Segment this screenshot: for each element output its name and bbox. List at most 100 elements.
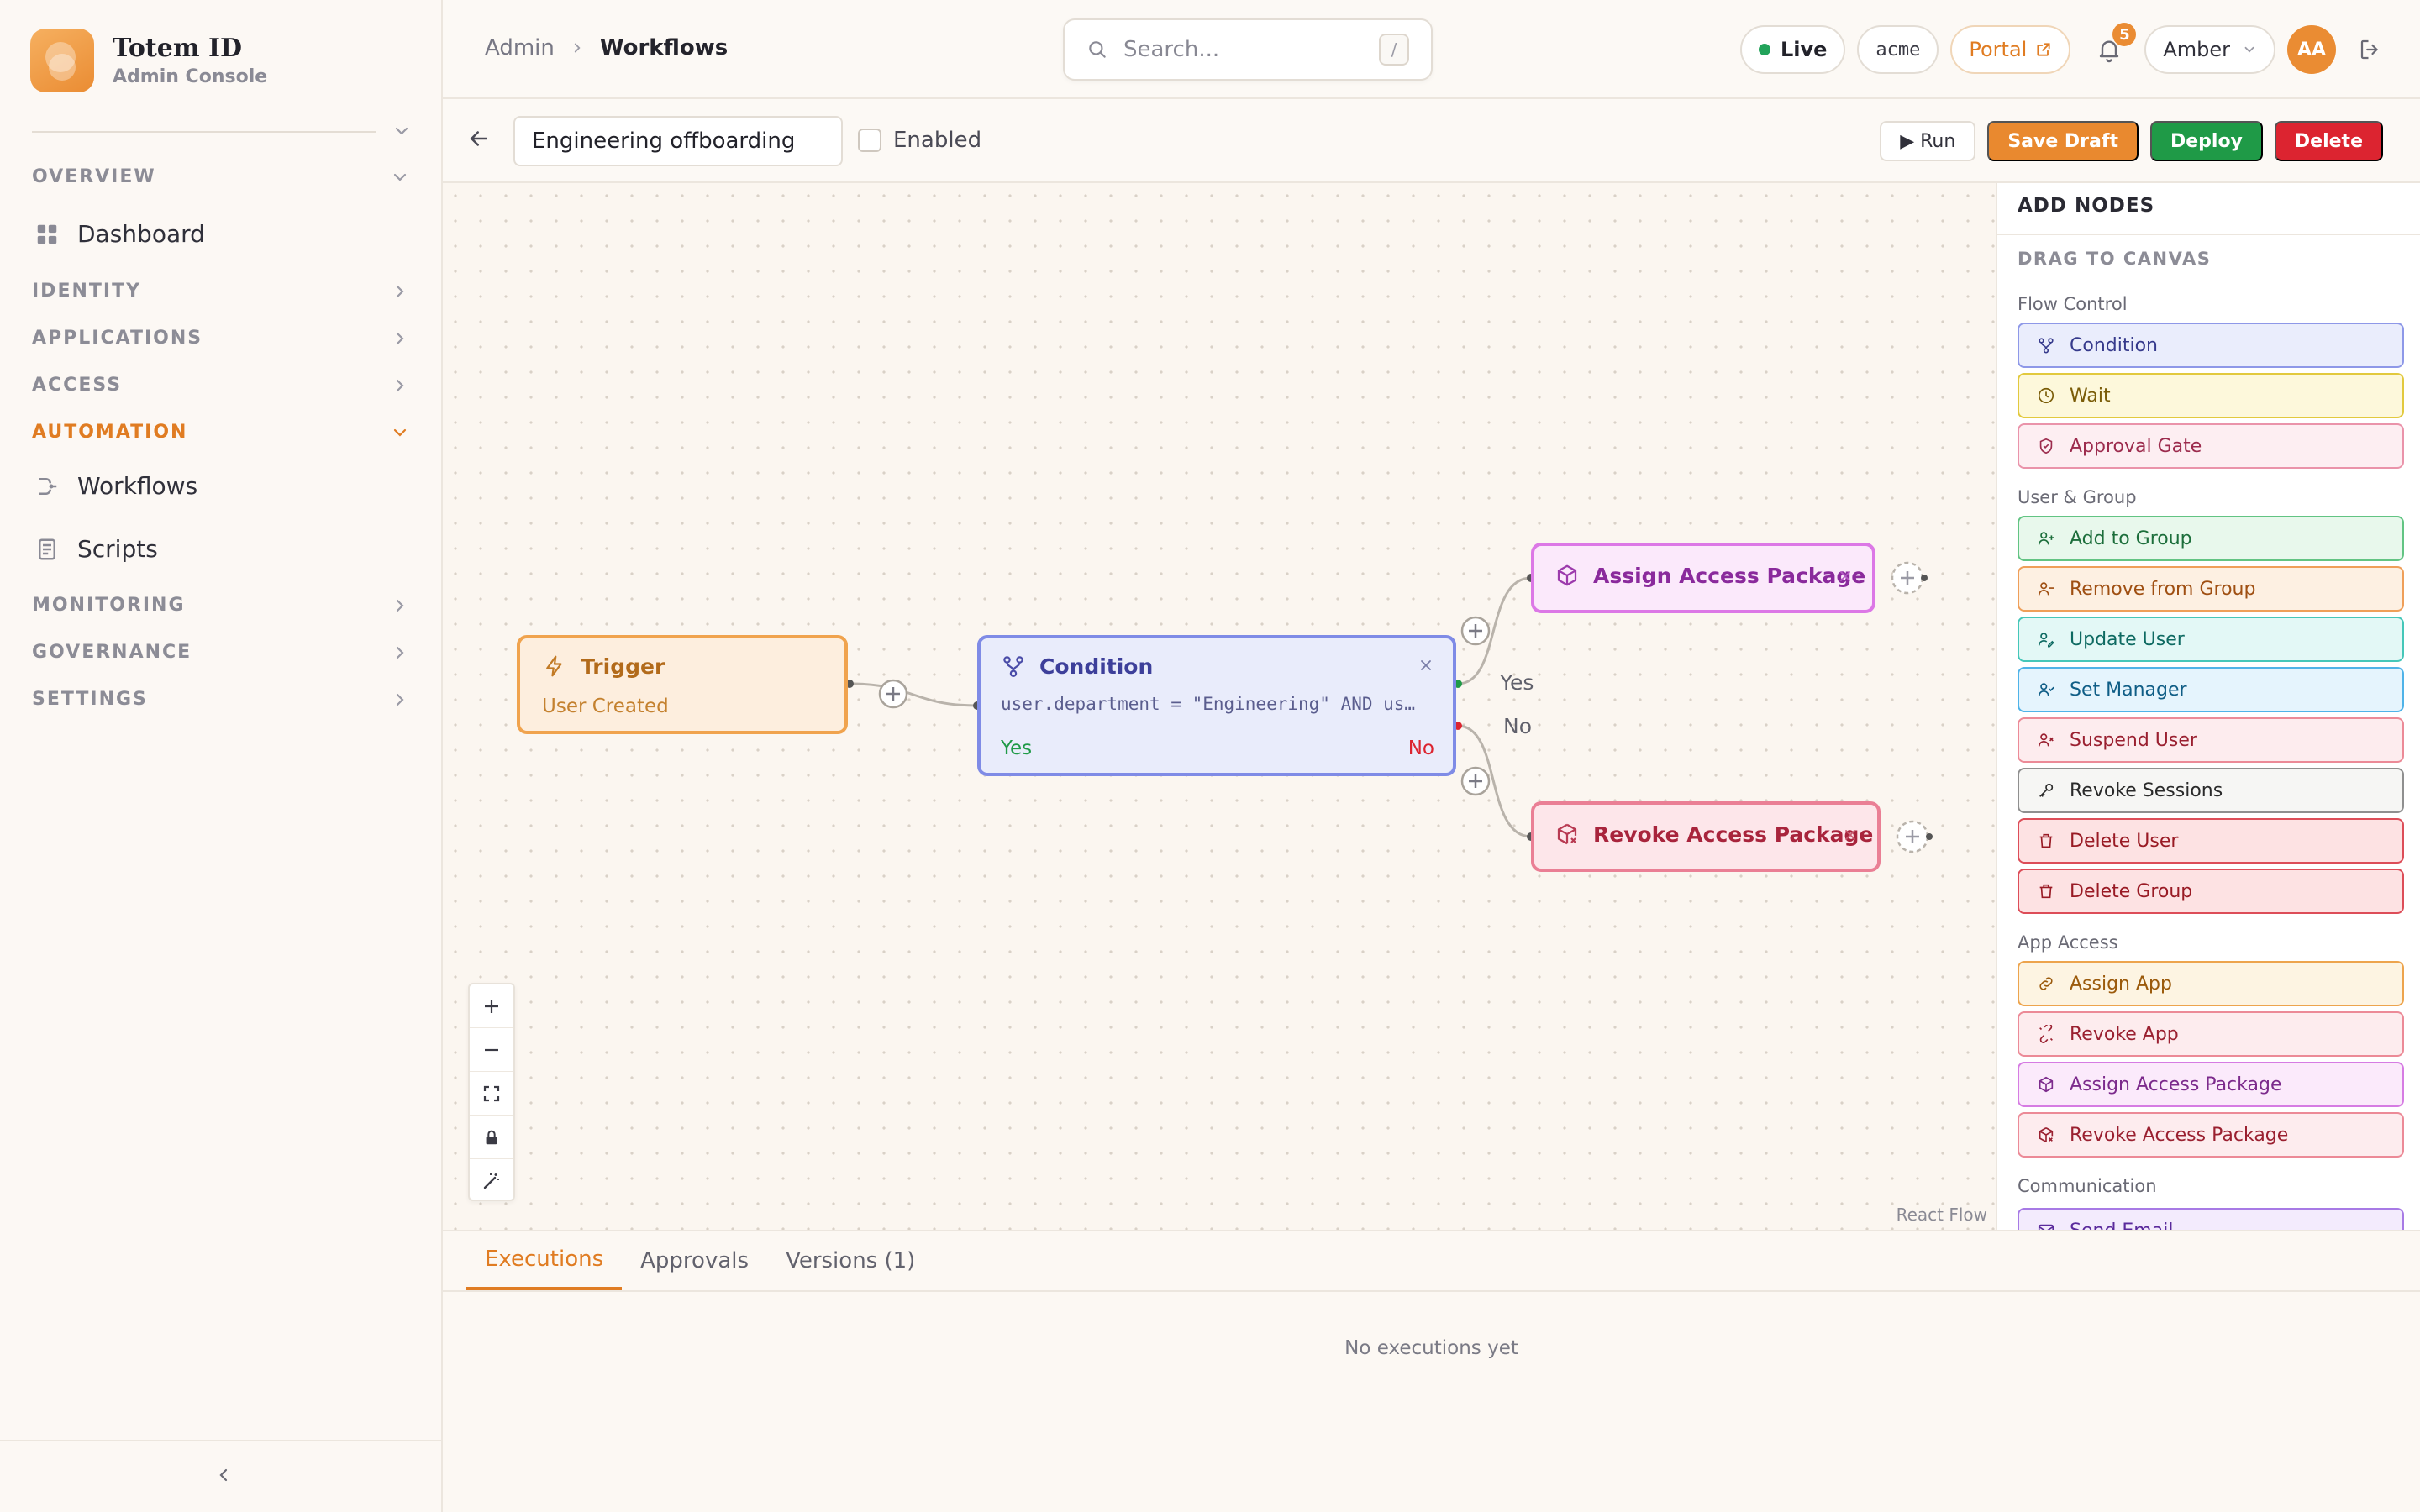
assign-access-package-node[interactable]: Assign Access Package xyxy=(1531,543,1876,613)
condition-no-label: No xyxy=(1407,738,1434,759)
zoom-in-button[interactable] xyxy=(470,984,513,1028)
portal-link[interactable]: Portal xyxy=(1950,25,2071,74)
condition-yes-label: Yes xyxy=(1001,738,1033,759)
clock-icon xyxy=(2036,386,2056,406)
search-input[interactable]: Search... / xyxy=(1063,18,1433,81)
chevron-right-icon xyxy=(396,599,404,612)
lock-button[interactable] xyxy=(470,1116,513,1159)
nav-section-applications[interactable]: APPLICATIONS xyxy=(32,328,410,349)
back-button[interactable] xyxy=(466,126,492,151)
nav-section-identity[interactable]: IDENTITY xyxy=(32,281,410,302)
bottom-tabs: Executions Approvals Versions (1) xyxy=(466,1231,934,1290)
user-menu[interactable]: Amber xyxy=(2144,25,2275,74)
delete-button[interactable]: Delete xyxy=(2274,121,2383,161)
palette-item-approval-gate[interactable]: Approval Gate xyxy=(2018,423,2404,469)
notifications-button[interactable]: 5 xyxy=(2096,23,2137,63)
close-icon[interactable] xyxy=(1842,827,1859,843)
palette-item-delete-user[interactable]: Delete User xyxy=(2018,818,2404,864)
run-button[interactable]: ▶ Run xyxy=(1880,121,1976,161)
logout-button[interactable] xyxy=(2358,37,2383,62)
chevron-down-icon[interactable] xyxy=(392,121,412,141)
org-badge[interactable]: acme xyxy=(1857,25,1939,74)
plus-icon xyxy=(485,999,498,1013)
react-flow-attribution[interactable]: React Flow xyxy=(1897,1205,1987,1225)
workflow-name-input[interactable] xyxy=(513,116,843,166)
trigger-title: Trigger xyxy=(581,654,666,679)
add-node-button[interactable] xyxy=(1460,766,1491,796)
palette-item-assign-access-package[interactable]: Assign Access Package xyxy=(2018,1062,2404,1107)
enabled-toggle[interactable]: Enabled xyxy=(858,128,981,153)
tab-approvals[interactable]: Approvals xyxy=(622,1231,767,1290)
palette-item-set-manager[interactable]: Set Manager xyxy=(2018,667,2404,712)
nav-section-settings[interactable]: SETTINGS xyxy=(32,689,410,710)
bottom-panel: Executions Approvals Versions (1) No exe… xyxy=(443,1230,2420,1512)
palette-item-revoke-sessions[interactable]: Revoke Sessions xyxy=(2018,768,2404,813)
tab-executions[interactable]: Executions xyxy=(466,1231,623,1290)
trash-icon xyxy=(2036,831,2056,851)
group-label-flow-control: Flow Control xyxy=(2018,294,2128,314)
palette-item-assign-app[interactable]: Assign App xyxy=(2018,961,2404,1006)
nav-section-governance[interactable]: GOVERNANCE xyxy=(32,642,410,663)
panel-title: ADD NODES xyxy=(2018,195,2155,217)
user-x-icon xyxy=(2036,730,2056,750)
package-x-icon xyxy=(2036,1125,2056,1145)
palette-item-revoke-app[interactable]: Revoke App xyxy=(2018,1011,2404,1057)
nav-section-monitoring[interactable]: MONITORING xyxy=(32,595,410,616)
palette-item-wait[interactable]: Wait xyxy=(2018,373,2404,418)
lightning-icon xyxy=(546,655,562,677)
sidebar-item-dashboard[interactable]: Dashboard xyxy=(34,220,205,248)
add-node-button[interactable] xyxy=(1896,820,1933,853)
canvas-controls xyxy=(468,983,515,1201)
user-check-icon xyxy=(2036,680,2056,700)
nav-section-access[interactable]: ACCESS xyxy=(32,375,410,396)
top-header: Admin Workflows Search... / Live acme Po… xyxy=(443,0,2420,99)
avatar[interactable]: AA xyxy=(2287,25,2336,74)
search-shortcut: / xyxy=(1379,34,1409,66)
enabled-checkbox[interactable] xyxy=(858,129,881,152)
trash-icon xyxy=(2036,881,2056,901)
deploy-button[interactable]: Deploy xyxy=(2149,121,2263,161)
palette-item-update-user[interactable]: Update User xyxy=(2018,617,2404,662)
add-node-button[interactable] xyxy=(878,679,908,709)
mail-icon xyxy=(2036,1221,2056,1230)
brand[interactable]: Totem ID Admin Console xyxy=(30,29,267,92)
add-node-button[interactable] xyxy=(1891,561,1928,595)
collapse-sidebar-button[interactable] xyxy=(213,1465,234,1485)
nav-section-overview[interactable]: OVERVIEW xyxy=(32,166,410,187)
palette-item-condition[interactable]: Condition xyxy=(2018,323,2404,368)
revoke-access-package-node[interactable]: Revoke Access Package xyxy=(1531,801,1881,872)
sidebar-item-workflows[interactable]: Workflows xyxy=(34,472,197,500)
condition-node[interactable]: Condition user.department = "Engineering… xyxy=(977,635,1456,776)
add-node-button[interactable] xyxy=(1460,616,1491,646)
workflow-canvas[interactable]: Trigger User Created Condition user.depa… xyxy=(443,183,1996,1230)
palette-item-send-email[interactable]: Send Email xyxy=(2018,1208,2404,1230)
save-draft-button[interactable]: Save Draft xyxy=(1987,121,2139,161)
close-icon[interactable] xyxy=(1837,568,1854,585)
chevron-right-icon xyxy=(396,332,404,344)
lock-icon xyxy=(486,1130,497,1144)
sidebar-item-scripts[interactable]: Scripts xyxy=(34,535,158,563)
magic-wand-icon xyxy=(483,1173,499,1189)
palette-item-add-to-group[interactable]: Add to Group xyxy=(2018,516,2404,561)
fit-view-button[interactable] xyxy=(470,1072,513,1116)
tab-versions[interactable]: Versions (1) xyxy=(767,1231,934,1290)
brand-logo xyxy=(30,29,94,92)
group-label-communication: Communication xyxy=(2018,1176,2157,1196)
nav-section-automation[interactable]: AUTOMATION xyxy=(32,422,410,443)
auto-layout-button[interactable] xyxy=(470,1159,513,1203)
add-nodes-panel: ADD NODES DRAG TO CANVAS Flow Control Co… xyxy=(1996,183,2420,1230)
palette-item-suspend-user[interactable]: Suspend User xyxy=(2018,717,2404,763)
palette-item-delete-group[interactable]: Delete Group xyxy=(2018,869,2404,914)
close-icon[interactable] xyxy=(1418,657,1434,674)
sidebar-footer-divider xyxy=(0,1440,443,1441)
empty-executions-message: No executions yet xyxy=(1344,1337,1518,1359)
breadcrumb-admin[interactable]: Admin xyxy=(485,35,555,60)
zoom-out-button[interactable] xyxy=(470,1028,513,1072)
minus-icon xyxy=(485,1048,498,1051)
environment-badge[interactable]: Live xyxy=(1739,25,1846,74)
palette-item-remove-from-group[interactable]: Remove from Group xyxy=(2018,566,2404,612)
trigger-node[interactable]: Trigger User Created xyxy=(517,635,848,734)
link-icon xyxy=(2036,974,2056,994)
group-label-user-group: User & Group xyxy=(2018,487,2137,507)
palette-item-revoke-access-package[interactable]: Revoke Access Package xyxy=(2018,1112,2404,1158)
